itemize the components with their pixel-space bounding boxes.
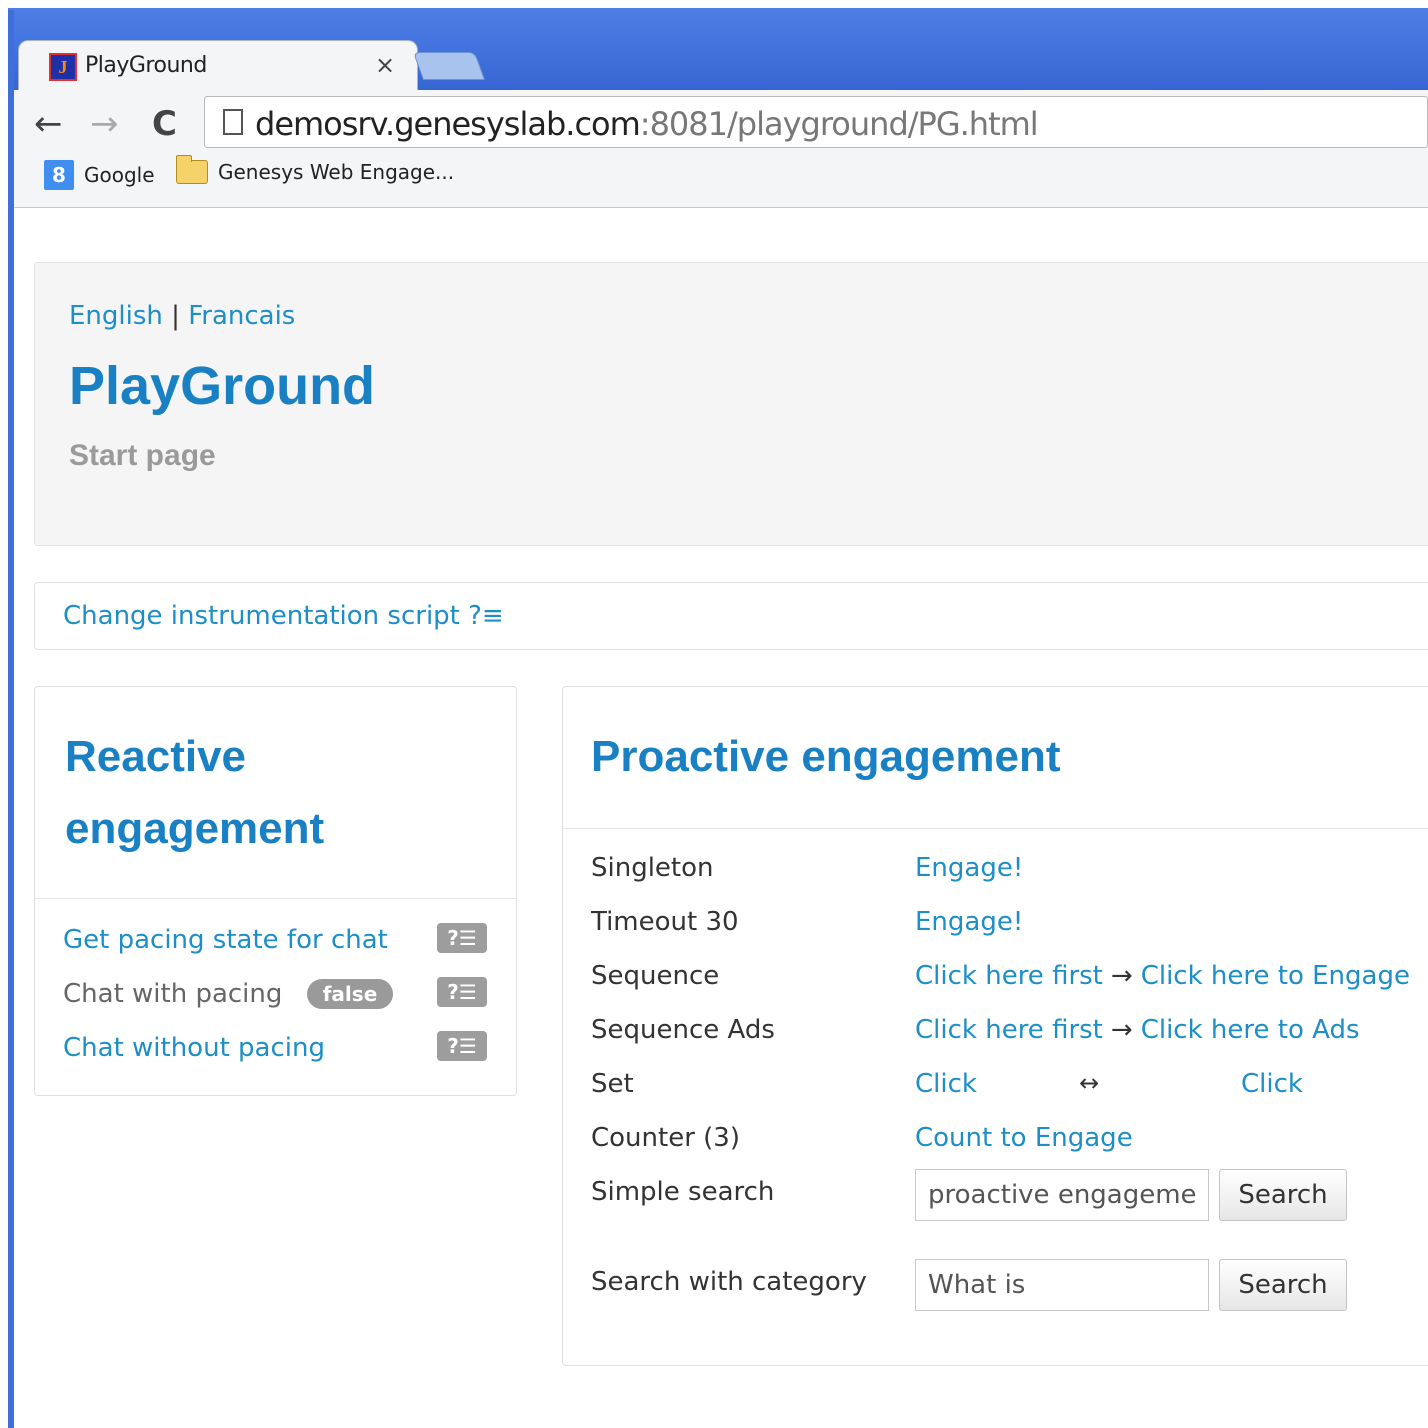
reactive-title: Reactive engagement <box>65 732 325 853</box>
row-label: Simple search <box>591 1177 775 1207</box>
lang-french-link[interactable]: Francais <box>188 301 295 331</box>
singleton-engage-link[interactable]: Engage! <box>915 853 1023 883</box>
table-row: Counter (3) Count to Engage <box>563 1113 1428 1167</box>
row-label: Set <box>591 1069 634 1099</box>
sequence-engage-link[interactable]: Click here to Engage <box>1141 961 1410 991</box>
page-content: English | Francais PlayGround Start page… <box>14 208 1428 1428</box>
status-badge: false <box>307 979 393 1009</box>
hero-panel: English | Francais PlayGround Start page <box>34 262 1428 546</box>
help-icon[interactable]: ?☰ <box>437 1031 487 1061</box>
page-title: PlayGround <box>69 356 376 416</box>
sequence-actions: Click here first → Click here to Engage <box>915 961 1410 991</box>
table-row: Timeout 30 Engage! <box>563 897 1428 951</box>
sequence-first-link[interactable]: Click here first <box>915 961 1103 991</box>
bookmark-genesys-folder[interactable]: Genesys Web Engage... <box>176 155 455 184</box>
bookmarks-bar: 8 Google Genesys Web Engage... <box>28 154 1028 194</box>
browser-window: J PlayGround × ← → C demosrv.genesyslab.… <box>0 0 1428 1428</box>
language-switcher: English | Francais <box>69 301 295 331</box>
list-item: Chat without pacing ?☰ <box>35 1023 518 1077</box>
row-label: Sequence <box>591 961 720 991</box>
lang-english-link[interactable]: English <box>69 301 163 331</box>
instrumentation-panel: Change instrumentation script ?≡ <box>34 582 1428 650</box>
set-click-link-2[interactable]: Click <box>1241 1069 1303 1099</box>
page-subtitle: Start page <box>69 439 216 472</box>
tab-title: PlayGround <box>85 53 207 78</box>
list-item: Get pacing state for chat ?☰ <box>35 915 518 969</box>
back-arrow-icon[interactable]: ← <box>34 104 63 144</box>
change-instrumentation-link[interactable]: Change instrumentation script ?≡ <box>63 601 504 631</box>
help-icon[interactable]: ?☰ <box>437 977 487 1007</box>
address-bar[interactable]: demosrv.genesyslab.com:8081/playground/P… <box>204 96 1428 148</box>
left-right-arrow-icon: ↔ <box>1079 1069 1100 1097</box>
forward-arrow-icon[interactable]: → <box>90 104 119 144</box>
row-label: Counter (3) <box>591 1123 740 1153</box>
url-host: demosrv.genesyslab.com <box>255 105 641 143</box>
category-search-button[interactable]: Search <box>1219 1259 1347 1311</box>
proactive-panel: Proactive engagement Singleton Engage! T… <box>562 686 1428 1366</box>
playground-favicon-icon: J <box>49 53 77 81</box>
bookmark-label: Genesys Web Engage... <box>218 160 455 184</box>
right-arrow-icon: → <box>1110 1015 1133 1045</box>
url-text: demosrv.genesyslab.com:8081/playground/P… <box>255 105 1039 143</box>
lang-separator: | <box>171 301 180 331</box>
list-item: Chat with pacing false ?☰ <box>35 969 518 1023</box>
close-tab-icon[interactable]: × <box>375 51 395 79</box>
row-label: Timeout 30 <box>591 907 739 937</box>
chat-with-pacing-label: Chat with pacing <box>63 979 283 1009</box>
simple-search-input[interactable] <box>915 1169 1209 1221</box>
sequence-ads-first-link[interactable]: Click here first <box>915 1015 1103 1045</box>
bookmark-label: Google <box>84 163 155 187</box>
browser-tab[interactable]: J PlayGround × <box>18 40 418 90</box>
row-label: Search with category <box>591 1267 867 1297</box>
reactive-panel-header: Reactive engagement <box>35 687 516 899</box>
row-label: Singleton <box>591 853 714 883</box>
table-row: Simple search Search <box>563 1167 1428 1247</box>
sequence-ads-link[interactable]: Click here to Ads <box>1141 1015 1360 1045</box>
new-tab-button[interactable] <box>412 52 486 80</box>
table-row: Set Click ↔ Click <box>563 1059 1428 1113</box>
table-row: Sequence Click here first → Click here to … <box>563 951 1428 1005</box>
reactive-panel: Reactive engagement Get pacing state for… <box>34 686 517 1096</box>
set-click-link-1[interactable]: Click <box>915 1069 977 1099</box>
folder-icon <box>176 155 208 184</box>
get-pacing-state-link[interactable]: Get pacing state for chat <box>63 925 388 955</box>
timeout-engage-link[interactable]: Engage! <box>915 907 1023 937</box>
table-row: Search with category Search <box>563 1257 1428 1337</box>
google-icon: 8 <box>44 160 74 190</box>
table-row: Singleton Engage! <box>563 843 1428 897</box>
help-icon[interactable]: ?☰ <box>437 923 487 953</box>
bookmark-google[interactable]: 8 Google <box>44 160 155 190</box>
count-to-engage-link[interactable]: Count to Engage <box>915 1123 1133 1153</box>
url-path: :8081/playground/PG.html <box>639 105 1039 143</box>
right-arrow-icon: → <box>1110 961 1133 991</box>
browser-toolbar: ← → C demosrv.genesyslab.com:8081/playgr… <box>14 90 1428 208</box>
simple-search-button[interactable]: Search <box>1219 1169 1347 1221</box>
category-search-input[interactable] <box>915 1259 1209 1311</box>
sequence-ads-actions: Click here first → Click here to Ads <box>915 1015 1360 1045</box>
reload-icon[interactable]: C <box>152 104 177 144</box>
page-icon <box>223 109 243 135</box>
chat-without-pacing-link[interactable]: Chat without pacing <box>63 1033 325 1063</box>
table-row: Sequence Ads Click here first → Click here… <box>563 1005 1428 1059</box>
proactive-panel-header: Proactive engagement <box>563 687 1428 829</box>
proactive-title: Proactive engagement <box>591 732 1061 781</box>
row-label: Sequence Ads <box>591 1015 775 1045</box>
